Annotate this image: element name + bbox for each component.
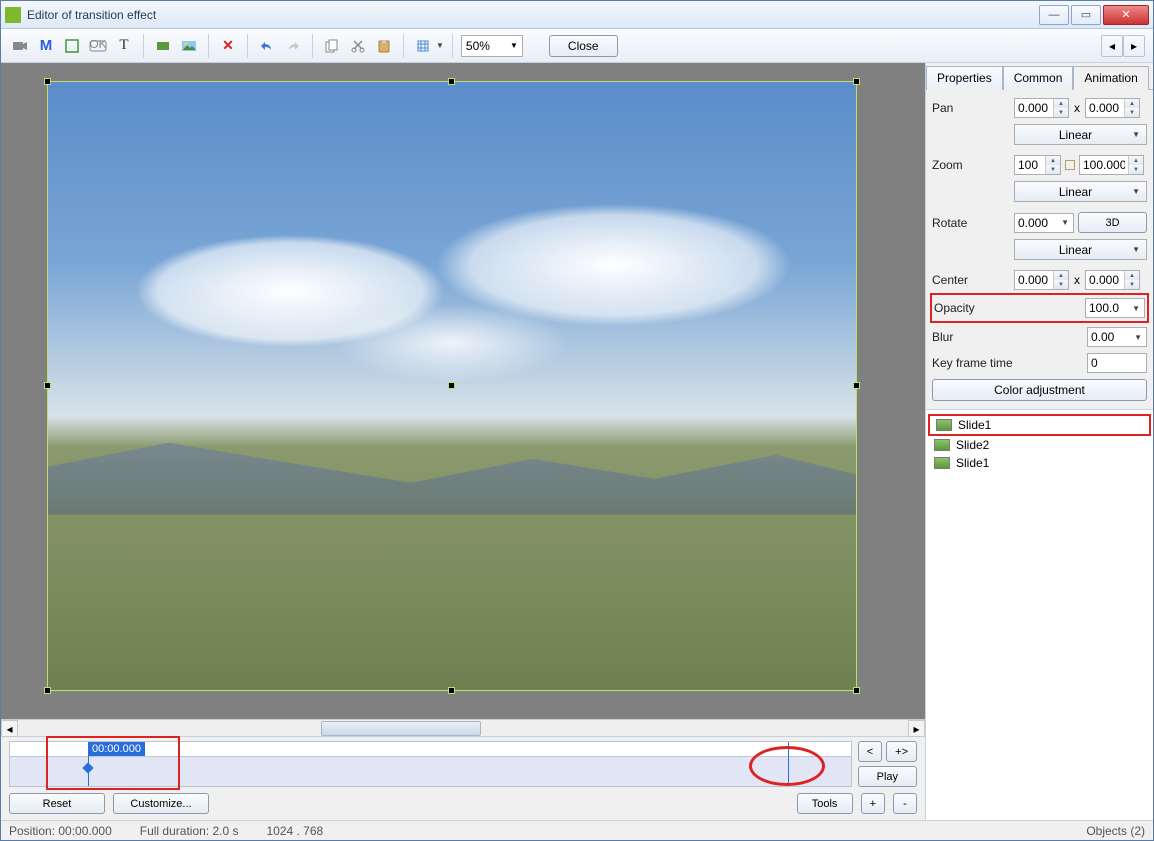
customize-button[interactable]: Customize... (113, 793, 209, 814)
resize-handle-tl[interactable] (44, 78, 51, 85)
copy-icon[interactable] (321, 35, 343, 57)
center-x-input[interactable]: ▲▼ (1014, 270, 1069, 290)
nav-prev-icon[interactable]: ◂ (1101, 35, 1123, 57)
next-keyframe-button[interactable]: +> (886, 741, 917, 762)
minimize-button[interactable]: — (1039, 5, 1069, 25)
tab-common[interactable]: Common (1003, 66, 1074, 90)
center-handle[interactable] (448, 382, 455, 389)
zoom-label: Zoom (932, 158, 1010, 172)
paste-icon[interactable] (373, 35, 395, 57)
bottom-panel: 00:00.000 < +> Play (1, 736, 925, 820)
remove-keyframe-button[interactable]: - (893, 793, 917, 814)
text-icon[interactable]: T (113, 35, 135, 57)
slide-list: Slide1 Slide2 Slide1 (926, 409, 1153, 820)
tab-properties[interactable]: Properties (926, 66, 1003, 90)
slide-item[interactable]: Slide1 (928, 454, 1151, 472)
rotate-interp-select[interactable]: Linear (1014, 239, 1147, 260)
center-y-input[interactable]: ▲▼ (1085, 270, 1140, 290)
selection-frame[interactable] (47, 81, 857, 691)
status-position: Position: 00:00.000 (9, 824, 112, 838)
canvas-viewport[interactable] (1, 63, 925, 719)
prev-keyframe-button[interactable]: < (858, 741, 882, 762)
reset-button[interactable]: Reset (9, 793, 105, 814)
horizontal-scrollbar[interactable]: ◂ ▸ (1, 719, 925, 736)
pan-label: Pan (932, 101, 1010, 115)
resize-handle-bm[interactable] (448, 687, 455, 694)
status-duration: Full duration: 2.0 s (140, 824, 239, 838)
window-title: Editor of transition effect (27, 8, 1039, 22)
slide-icon (936, 419, 952, 431)
editor-window: Editor of transition effect — ▭ ✕ M OK T… (0, 0, 1154, 841)
pan-y-input[interactable]: ▲▼ (1085, 98, 1140, 118)
annotation-ellipse (749, 746, 825, 786)
delete-icon[interactable]: ✕ (217, 35, 239, 57)
undo-icon[interactable] (256, 35, 278, 57)
blur-label: Blur (932, 330, 1010, 344)
slide-icon (934, 457, 950, 469)
resize-handle-tr[interactable] (853, 78, 860, 85)
image-icon[interactable] (178, 35, 200, 57)
svg-text:OK: OK (89, 40, 106, 51)
grid-icon[interactable] (412, 35, 434, 57)
center-label: Center (932, 273, 1010, 287)
maximize-button[interactable]: ▭ (1071, 5, 1101, 25)
annotation-box (46, 736, 180, 790)
app-icon (5, 7, 21, 23)
cut-icon[interactable] (347, 35, 369, 57)
rectangle-icon[interactable] (152, 35, 174, 57)
resize-handle-ml[interactable] (44, 382, 51, 389)
status-bar: Position: 00:00.000 Full duration: 2.0 s… (1, 820, 1153, 840)
color-adjustment-button[interactable]: Color adjustment (932, 379, 1147, 401)
redo-icon[interactable] (282, 35, 304, 57)
rotate-3d-button[interactable]: 3D (1078, 212, 1147, 233)
zoom-select[interactable]: 50%▼ (461, 35, 523, 57)
pan-x-input[interactable]: ▲▼ (1014, 98, 1069, 118)
scroll-left-icon[interactable]: ◂ (1, 720, 18, 737)
close-button[interactable]: Close (549, 35, 618, 57)
zoom-lock-icon[interactable] (1065, 160, 1075, 170)
button-icon[interactable]: OK (87, 35, 109, 57)
rotate-label: Rotate (932, 216, 1010, 230)
resize-handle-mr[interactable] (853, 382, 860, 389)
resize-handle-tm[interactable] (448, 78, 455, 85)
properties-panel: Properties Common Animation Pan ▲▼ x ▲▼ … (925, 63, 1153, 820)
x-label: x (1074, 101, 1080, 115)
resize-handle-br[interactable] (853, 687, 860, 694)
slide-item[interactable]: Slide1 (928, 414, 1151, 436)
titlebar: Editor of transition effect — ▭ ✕ (1, 1, 1153, 29)
zoom-a-input[interactable]: ▲▼ (1014, 155, 1061, 175)
zoom-b-input[interactable]: ▲▼ (1079, 155, 1144, 175)
opacity-input[interactable]: 100.0 (1085, 298, 1145, 318)
mask-icon[interactable]: M (35, 35, 57, 57)
opacity-label: Opacity (934, 301, 1012, 315)
frame-icon[interactable] (61, 35, 83, 57)
tab-animation[interactable]: Animation (1073, 66, 1148, 90)
slide-icon (934, 439, 950, 451)
main-toolbar: M OK T ✕ ▼ 50%▼ Close ◂ ▸ (1, 29, 1153, 63)
scroll-thumb[interactable] (321, 721, 481, 736)
tools-button[interactable]: Tools (797, 793, 853, 814)
rotate-input[interactable]: 0.000 (1014, 213, 1074, 233)
play-button[interactable]: Play (858, 766, 917, 787)
scroll-right-icon[interactable]: ▸ (908, 720, 925, 737)
status-objects: Objects (2) (1086, 824, 1145, 838)
slide-item[interactable]: Slide2 (928, 436, 1151, 454)
status-dimensions: 1024 . 768 (266, 824, 323, 838)
nav-next-icon[interactable]: ▸ (1123, 35, 1145, 57)
zoom-value: 50% (466, 39, 490, 53)
close-window-button[interactable]: ✕ (1103, 5, 1149, 25)
add-keyframe-button[interactable]: + (861, 793, 885, 814)
zoom-interp-select[interactable]: Linear (1014, 181, 1147, 202)
x-label-2: x (1074, 273, 1080, 287)
resize-handle-bl[interactable] (44, 687, 51, 694)
pan-interp-select[interactable]: Linear (1014, 124, 1147, 145)
blur-input[interactable]: 0.00 (1087, 327, 1147, 347)
keyframe-time-label: Key frame time (932, 356, 1042, 370)
timeline-track[interactable]: 00:00.000 (9, 741, 852, 787)
camera-icon[interactable] (9, 35, 31, 57)
keyframe-time-input[interactable]: 0 (1087, 353, 1147, 373)
